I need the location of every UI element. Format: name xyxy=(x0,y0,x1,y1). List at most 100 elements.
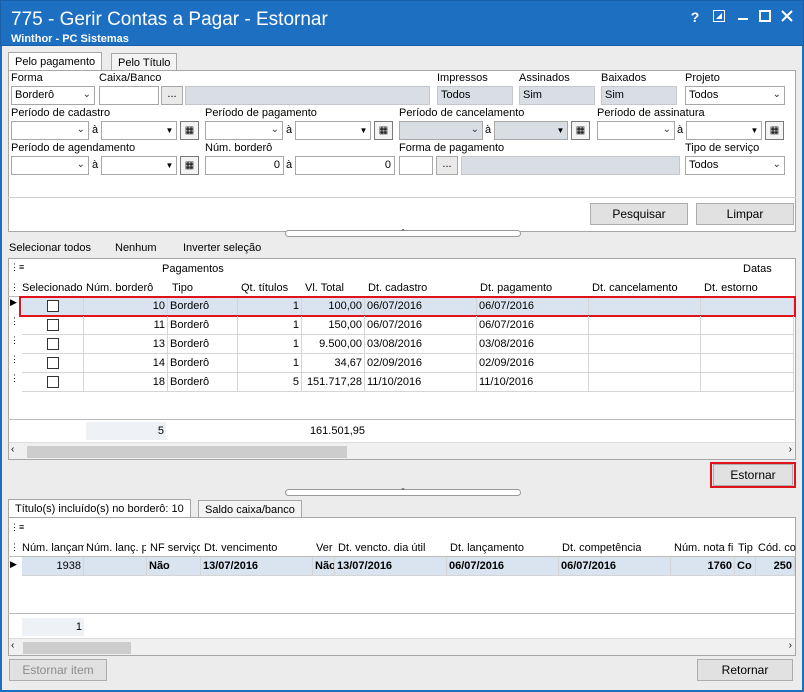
cell-tipo: Borderô xyxy=(168,335,238,354)
estornar-item-button[interactable]: Estornar item xyxy=(9,659,107,681)
col-header-nf-servico[interactable]: NF serviço xyxy=(150,542,200,554)
row-checkbox[interactable] xyxy=(22,335,84,354)
periodo-agendamento-end[interactable]: ▼ xyxy=(101,156,177,175)
row-checkbox[interactable] xyxy=(22,373,84,392)
periodo-cancelamento-start[interactable]: ⌄ xyxy=(399,121,483,140)
maximize-icon[interactable] xyxy=(757,9,773,25)
tipo-servico-label: Tipo de serviço xyxy=(685,142,760,154)
num-bordero-to[interactable]: 0 xyxy=(295,156,395,175)
col-header-dt-vencimento[interactable]: Dt. vencimento xyxy=(204,542,277,554)
col-header-dt-pagamento[interactable]: Dt. pagamento xyxy=(480,282,552,294)
forma-pagamento-input[interactable] xyxy=(399,156,433,175)
grid-menu-icon[interactable]: ⋮ xyxy=(10,282,19,293)
scroll-left-icon[interactable]: ‹ xyxy=(11,444,14,455)
help-icon[interactable]: ? xyxy=(687,9,703,25)
calendar-icon[interactable]: ▦ xyxy=(374,121,393,140)
periodo-pagamento-label: Período de pagamento xyxy=(205,107,317,119)
calendar-icon[interactable]: ▦ xyxy=(180,156,199,175)
checkbox-icon[interactable] xyxy=(46,376,59,389)
tab-titulos-incluidos[interactable]: Título(s) incluído(s) no borderô: 10 xyxy=(8,499,191,518)
forma-pagamento-lookup-button[interactable]: ... xyxy=(436,156,458,175)
col-header-num-lanc-p[interactable]: Núm. lanç. p xyxy=(86,542,146,554)
scroll-right-icon[interactable]: › xyxy=(789,640,792,651)
periodo-assinatura-end[interactable]: ▼ xyxy=(686,121,762,140)
cell-nf-servico: Não xyxy=(147,557,201,576)
checkbox-icon[interactable] xyxy=(46,357,59,370)
col-header-selecionado[interactable]: Selecionado xyxy=(22,282,83,294)
tab-pelo-titulo[interactable]: Pelo Título xyxy=(111,53,178,71)
col-header-num-nota-fiscal[interactable]: Núm. nota fi xyxy=(674,542,734,554)
cell-dt-cadastro: 06/07/2016 xyxy=(365,316,477,335)
periodo-agendamento-start[interactable]: ⌄ xyxy=(11,156,89,175)
col-header-num-bordero[interactable]: Núm. borderô xyxy=(86,282,153,294)
tipo-servico-combo[interactable]: Todos ⌄ xyxy=(685,156,785,175)
col-header-qt-titulos[interactable]: Qt. títulos xyxy=(241,282,288,294)
horizontal-scrollbar[interactable]: ‹ › xyxy=(9,442,795,459)
scroll-right-icon[interactable]: › xyxy=(789,444,792,455)
grid-menu-icon[interactable]: ⋮ xyxy=(10,542,19,553)
calendar-icon[interactable]: ▦ xyxy=(765,121,784,140)
checkbox-icon[interactable] xyxy=(46,319,59,332)
splitter-expand-icon[interactable]: ˇ xyxy=(285,488,521,497)
close-icon[interactable] xyxy=(779,9,795,25)
grid-menu-icon[interactable]: ⋮≡ xyxy=(10,262,24,273)
impressos-field[interactable]: Todos xyxy=(437,86,513,105)
cell-tipo: Co xyxy=(735,557,756,576)
scroll-thumb[interactable] xyxy=(27,446,347,458)
col-header-dt-estorno[interactable]: Dt. estorno xyxy=(704,282,758,294)
calendar-icon[interactable]: ▦ xyxy=(571,121,590,140)
cell-dt-cancelamento xyxy=(589,316,701,335)
periodo-cancelamento-end[interactable]: ▼ xyxy=(494,121,568,140)
col-header-cod-conta[interactable]: Cód. co xyxy=(758,542,796,554)
horizontal-scrollbar[interactable]: ‹ › xyxy=(9,638,795,655)
cell-dt-pagamento: 02/09/2016 xyxy=(477,354,589,373)
splitter-collapse-icon[interactable]: ˆ xyxy=(285,229,521,238)
checkbox-icon[interactable] xyxy=(46,338,59,351)
select-all-button[interactable]: Selecionar todos xyxy=(9,242,91,254)
projeto-combo[interactable]: Todos ⌄ xyxy=(685,86,785,105)
col-header-dt-lancamento[interactable]: Dt. lançamento xyxy=(450,542,524,554)
invert-selection-button[interactable]: Inverter seleção xyxy=(183,242,261,254)
tab-pelo-pagamento[interactable]: Pelo pagamento xyxy=(8,52,103,71)
num-bordero-from[interactable]: 0 xyxy=(205,156,284,175)
retornar-button[interactable]: Retornar xyxy=(697,659,793,681)
minimize-icon[interactable] xyxy=(735,9,751,25)
col-header-dt-cancelamento[interactable]: Dt. cancelamento xyxy=(592,282,678,294)
scroll-thumb[interactable] xyxy=(23,642,131,654)
periodo-assinatura-start[interactable]: ⌄ xyxy=(597,121,675,140)
col-header-tipo[interactable]: Tip xyxy=(738,542,756,554)
title-bar: 775 - Gerir Contas a Pagar - Estornar Wi… xyxy=(0,0,804,46)
caixa-banco-input[interactable] xyxy=(99,86,159,105)
col-header-dt-vencto-dia-util[interactable]: Dt. vencto. dia útil xyxy=(338,542,425,554)
grid-menu-icon[interactable]: ⋮≡ xyxy=(10,522,24,533)
assinados-field[interactable]: Sim xyxy=(519,86,595,105)
chevron-down-icon: ⌄ xyxy=(470,124,479,135)
edit-icon[interactable] xyxy=(711,9,727,25)
forma-combo[interactable]: Borderô ⌄ xyxy=(11,86,95,105)
periodo-cadastro-start[interactable]: ⌄ xyxy=(11,121,89,140)
select-none-button[interactable]: Nenhum xyxy=(115,242,157,254)
chevron-down-icon: ⌄ xyxy=(82,89,91,100)
col-header-num-lancamento[interactable]: Núm. lançam xyxy=(22,542,84,554)
tab-saldo-caixa-banco[interactable]: Saldo caixa/banco xyxy=(198,500,302,518)
cell-qt-titulos: 1 xyxy=(238,335,302,354)
scroll-left-icon[interactable]: ‹ xyxy=(11,640,14,651)
baixados-field[interactable]: Sim xyxy=(601,86,677,105)
periodo-pagamento-end[interactable]: ▼ xyxy=(295,121,371,140)
col-header-dt-competencia[interactable]: Dt. competência xyxy=(562,542,641,554)
cell-vl-total: 151.717,28 xyxy=(302,373,365,392)
calendar-icon[interactable]: ▦ xyxy=(180,121,199,140)
row-checkbox[interactable] xyxy=(22,316,84,335)
limpar-button[interactable]: Limpar xyxy=(696,203,794,225)
col-header-dt-cadastro[interactable]: Dt. cadastro xyxy=(368,282,427,294)
col-header-ver[interactable]: Ver xyxy=(316,542,334,554)
periodo-cadastro-end[interactable]: ▼ xyxy=(101,121,177,140)
periodo-pagamento-start[interactable]: ⌄ xyxy=(205,121,283,140)
row-checkbox[interactable] xyxy=(22,354,84,373)
current-row-indicator-icon: ▶ xyxy=(10,297,17,307)
periodo-assinatura-sep: à xyxy=(677,124,684,136)
col-header-tipo[interactable]: Tipo xyxy=(172,282,193,294)
pesquisar-button[interactable]: Pesquisar xyxy=(590,203,688,225)
col-header-vl-total[interactable]: Vl. Total xyxy=(305,282,344,294)
caixa-banco-lookup-button[interactable]: ... xyxy=(161,86,183,105)
